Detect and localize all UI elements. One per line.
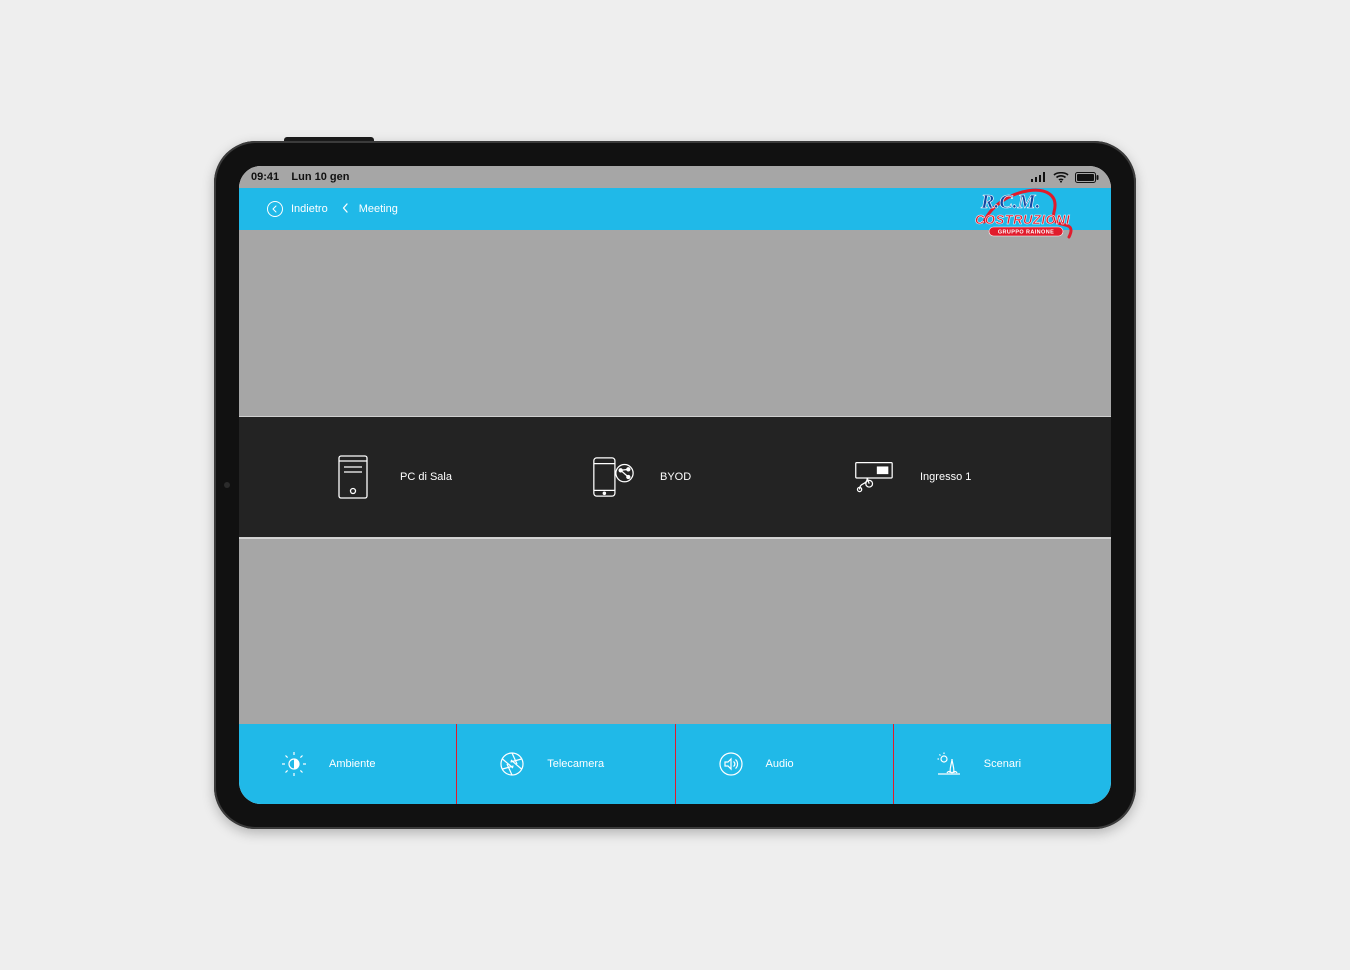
back-label: Indietro bbox=[291, 203, 328, 215]
status-bar: 09:41 Lun 10 gen bbox=[239, 166, 1111, 188]
nav-label: Ambiente bbox=[329, 758, 375, 770]
back-circle-icon bbox=[267, 201, 283, 217]
status-time: 09:41 bbox=[251, 171, 279, 183]
pc-tower-icon bbox=[330, 454, 376, 500]
top-bar: Indietro Meeting R.C.M. COSTRUZIONI GRUP… bbox=[239, 188, 1111, 230]
nav-label: Scenari bbox=[984, 758, 1021, 770]
source-ingresso-1[interactable]: Ingresso 1 bbox=[850, 454, 1020, 500]
screen: 09:41 Lun 10 gen bbox=[239, 166, 1111, 804]
status-indicators bbox=[1031, 172, 1099, 183]
wifi-icon bbox=[1053, 172, 1069, 183]
breadcrumb[interactable]: Meeting bbox=[342, 203, 398, 216]
back-button[interactable]: Indietro bbox=[267, 201, 328, 217]
upper-empty-panel bbox=[239, 230, 1111, 416]
breadcrumb-label: Meeting bbox=[359, 203, 398, 215]
aperture-icon bbox=[499, 751, 525, 777]
source-label: PC di Sala bbox=[400, 471, 452, 483]
cellular-icon bbox=[1031, 172, 1047, 182]
status-date: Lun 10 gen bbox=[291, 171, 349, 183]
bottom-nav: Ambiente Telecamera bbox=[239, 724, 1111, 804]
svg-text:COSTRUZIONI: COSTRUZIONI bbox=[975, 212, 1070, 227]
status-time-date: 09:41 Lun 10 gen bbox=[251, 171, 349, 183]
speaker-icon bbox=[718, 751, 744, 777]
nav-audio[interactable]: Audio bbox=[675, 724, 893, 804]
device-camera-dot bbox=[224, 482, 230, 488]
source-row: PC di Sala bbox=[239, 416, 1111, 538]
battery-icon bbox=[1075, 172, 1099, 183]
source-label: BYOD bbox=[660, 471, 691, 483]
nav-label: Telecamera bbox=[547, 758, 604, 770]
scene-icon bbox=[936, 751, 962, 777]
brightness-icon bbox=[281, 751, 307, 777]
nav-label: Audio bbox=[766, 758, 794, 770]
svg-text:R.C.M.: R.C.M. bbox=[980, 191, 1040, 213]
input-port-icon bbox=[850, 454, 896, 500]
nav-ambiente[interactable]: Ambiente bbox=[239, 724, 456, 804]
chevron-left-icon bbox=[342, 203, 349, 216]
nav-telecamera[interactable]: Telecamera bbox=[456, 724, 674, 804]
source-label: Ingresso 1 bbox=[920, 471, 971, 483]
source-pc-di-sala[interactable]: PC di Sala bbox=[330, 454, 500, 500]
source-byod[interactable]: BYOD bbox=[590, 454, 760, 500]
nav-scenari[interactable]: Scenari bbox=[893, 724, 1111, 804]
phone-share-icon bbox=[590, 454, 636, 500]
tablet-frame: 09:41 Lun 10 gen bbox=[214, 141, 1136, 829]
lower-empty-panel bbox=[239, 538, 1111, 725]
